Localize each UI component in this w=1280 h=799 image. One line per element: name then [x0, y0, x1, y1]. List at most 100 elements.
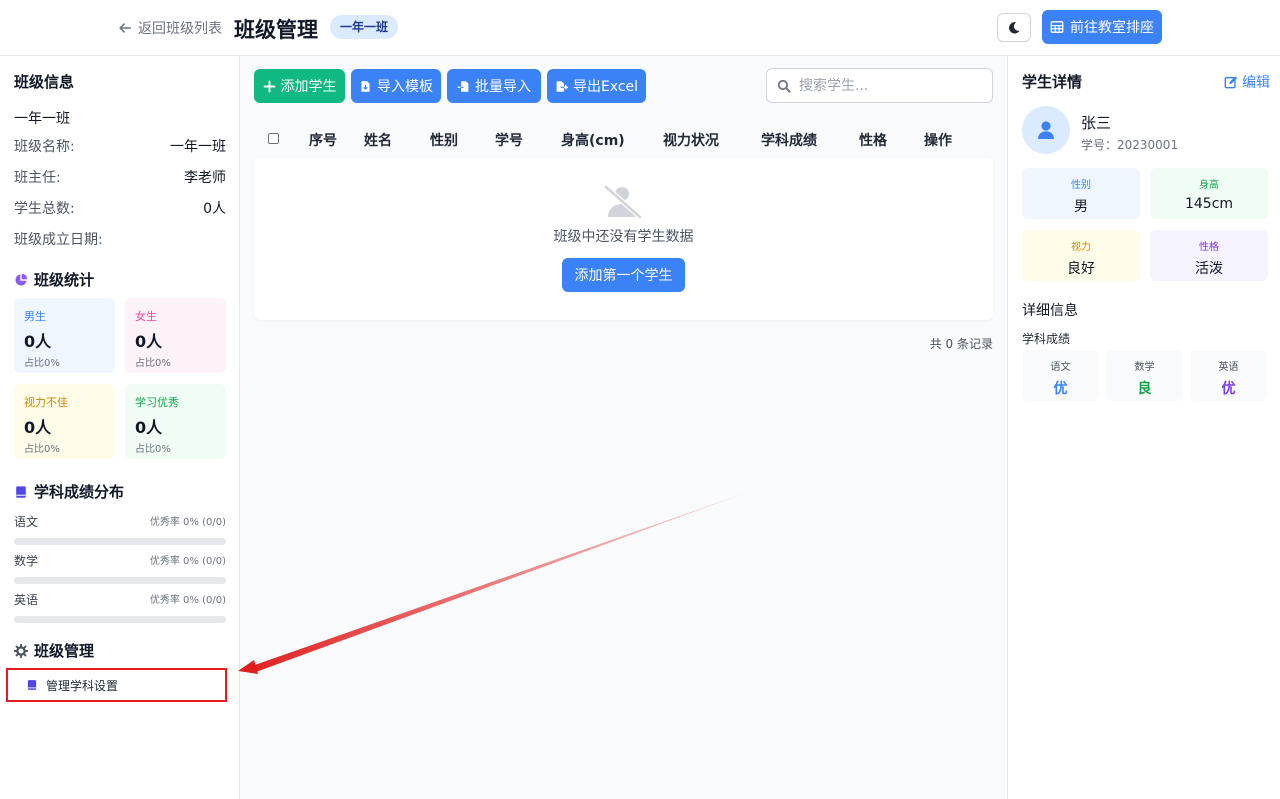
stat-label: 男生	[24, 310, 46, 323]
stat-label: 学习优秀	[135, 396, 179, 409]
score-grade: 良	[1137, 381, 1152, 397]
column-header: 操作	[924, 133, 952, 149]
plus-icon	[263, 80, 275, 92]
avatar	[1022, 106, 1070, 154]
manage-subject-settings-label: 管理学科设置	[46, 678, 119, 693]
select-all-checkbox[interactable]	[268, 133, 279, 144]
info-row-head-teacher: 班主任: 李老师	[14, 167, 226, 187]
class-stats-label: 班级统计	[34, 271, 95, 289]
export-excel-label: 导出Excel	[572, 79, 639, 95]
score-subject: 数学	[1134, 362, 1155, 373]
detail-value: 活泼	[1195, 261, 1223, 277]
info-label: 学生总数:	[14, 201, 75, 217]
batch-import-button[interactable]: 批量导入	[447, 69, 541, 103]
class-manage-title: 班级管理	[14, 640, 94, 661]
subject-name: 英语	[14, 593, 39, 607]
subject-dist-label: 学科成绩分布	[34, 483, 125, 501]
stat-count: 0人	[24, 332, 52, 351]
go-to-seating-button[interactable]: 前往教室排座	[1042, 10, 1162, 44]
edit-label: 编辑	[1242, 75, 1270, 91]
score-card-chinese: 语文 优	[1022, 350, 1099, 401]
header: 返回班级列表 班级管理 一年一班 前往教室排座	[0, 0, 1280, 56]
subject-row-chinese: 语文 优秀率 0% (0/0)	[14, 513, 226, 545]
subject-progress-bar	[14, 538, 226, 545]
student-search[interactable]	[766, 68, 993, 103]
detail-value: 良好	[1067, 261, 1095, 277]
stat-count: 0人	[24, 418, 52, 437]
file-import-icon	[457, 80, 469, 92]
scores-title: 学科成绩	[1022, 332, 1071, 346]
stat-label: 视力不佳	[24, 396, 68, 409]
import-template-label: 导入模板	[377, 79, 433, 95]
info-value: 一年一班	[170, 139, 226, 155]
detail-value: 男	[1074, 199, 1088, 215]
search-icon	[777, 79, 791, 93]
detail-card-personality: 性格 活泼	[1150, 230, 1268, 281]
book-icon	[16, 485, 26, 498]
column-header: 姓名	[364, 133, 392, 149]
record-count: 共 0 条记录	[929, 337, 993, 351]
info-value: 0人	[203, 201, 226, 217]
back-to-class-list-link[interactable]: 返回班级列表	[118, 18, 222, 38]
column-header: 学科成绩	[761, 133, 817, 149]
column-header: 性格	[859, 133, 887, 149]
stat-count: 0人	[135, 418, 163, 437]
file-download-icon	[361, 80, 370, 92]
stat-card-excellent-study: 学习优秀 0人 占比0%	[125, 384, 226, 459]
detail-value: 145cm	[1184, 196, 1234, 212]
table-header: 序号 姓名 性别 学号 身高(cm) 视力状况 学科成绩 性格 操作	[254, 120, 993, 156]
subject-progress-bar	[14, 616, 226, 623]
detail-label: 身高	[1199, 180, 1219, 191]
stat-percent: 占比0%	[24, 358, 60, 369]
file-export-icon	[556, 80, 568, 92]
subject-progress-bar	[14, 577, 226, 584]
score-grade: 优	[1053, 381, 1068, 397]
subject-row-math: 数学 优秀率 0% (0/0)	[14, 552, 226, 584]
stat-percent: 占比0%	[135, 444, 171, 455]
info-value: 李老师	[184, 170, 226, 186]
class-stats-title: 班级统计	[14, 269, 94, 290]
import-template-button[interactable]: 导入模板	[351, 69, 441, 103]
table-grid-icon	[1050, 21, 1064, 33]
info-row-class-name: 班级名称: 一年一班	[14, 136, 226, 156]
score-card-english: 英语 优	[1190, 350, 1267, 401]
search-input[interactable]	[799, 77, 979, 94]
class-info-title: 班级信息	[14, 73, 75, 91]
class-badge: 一年一班	[330, 15, 399, 39]
dark-mode-toggle-button[interactable]	[997, 13, 1031, 42]
seat-button-label: 前往教室排座	[1070, 20, 1154, 36]
detail-info-title: 详细信息	[1022, 303, 1078, 319]
edit-icon	[1224, 76, 1238, 89]
book-icon	[27, 680, 37, 690]
manage-subject-settings-button[interactable]: 管理学科设置	[6, 668, 227, 702]
moon-icon	[1009, 21, 1020, 34]
info-label: 班主任:	[14, 170, 61, 186]
back-label: 返回班级列表	[138, 21, 222, 37]
column-header: 学号	[495, 133, 523, 149]
student-detail-panel: 学生详情 编辑 张三 学号：20230001 性别 男 身高 145cm 视力 …	[1007, 56, 1280, 799]
class-name-line: 一年一班	[14, 111, 70, 127]
subject-rate: 优秀率 0% (0/0)	[149, 595, 226, 606]
add-first-student-button[interactable]: 添加第一个学生	[562, 258, 685, 292]
export-excel-button[interactable]: 导出Excel	[547, 69, 646, 103]
info-row-student-total: 学生总数: 0人	[14, 198, 226, 218]
table-body-empty: 班级中还没有学生数据 添加第一个学生	[254, 158, 993, 320]
score-subject: 英语	[1218, 362, 1239, 373]
subject-rate: 优秀率 0% (0/0)	[149, 517, 226, 528]
subject-dist-title: 学科成绩分布	[14, 481, 124, 502]
column-header: 性别	[430, 133, 458, 149]
subject-name: 语文	[14, 515, 39, 529]
arrow-left-icon	[119, 23, 132, 33]
stat-label: 女生	[135, 310, 157, 323]
edit-student-button[interactable]: 编辑	[1224, 72, 1270, 92]
detail-card-vision: 视力 良好	[1022, 230, 1140, 281]
stat-card-girls: 女生 0人 占比0%	[125, 298, 226, 373]
student-name: 张三	[1081, 114, 1112, 132]
user-icon	[1038, 121, 1054, 139]
score-subject: 语文	[1050, 362, 1071, 373]
subject-rate: 优秀率 0% (0/0)	[149, 556, 226, 567]
score-grade: 优	[1221, 381, 1236, 397]
add-student-button[interactable]: 添加学生	[254, 69, 345, 103]
empty-state-text: 班级中还没有学生数据	[553, 229, 694, 245]
info-label: 班级名称:	[14, 139, 75, 155]
